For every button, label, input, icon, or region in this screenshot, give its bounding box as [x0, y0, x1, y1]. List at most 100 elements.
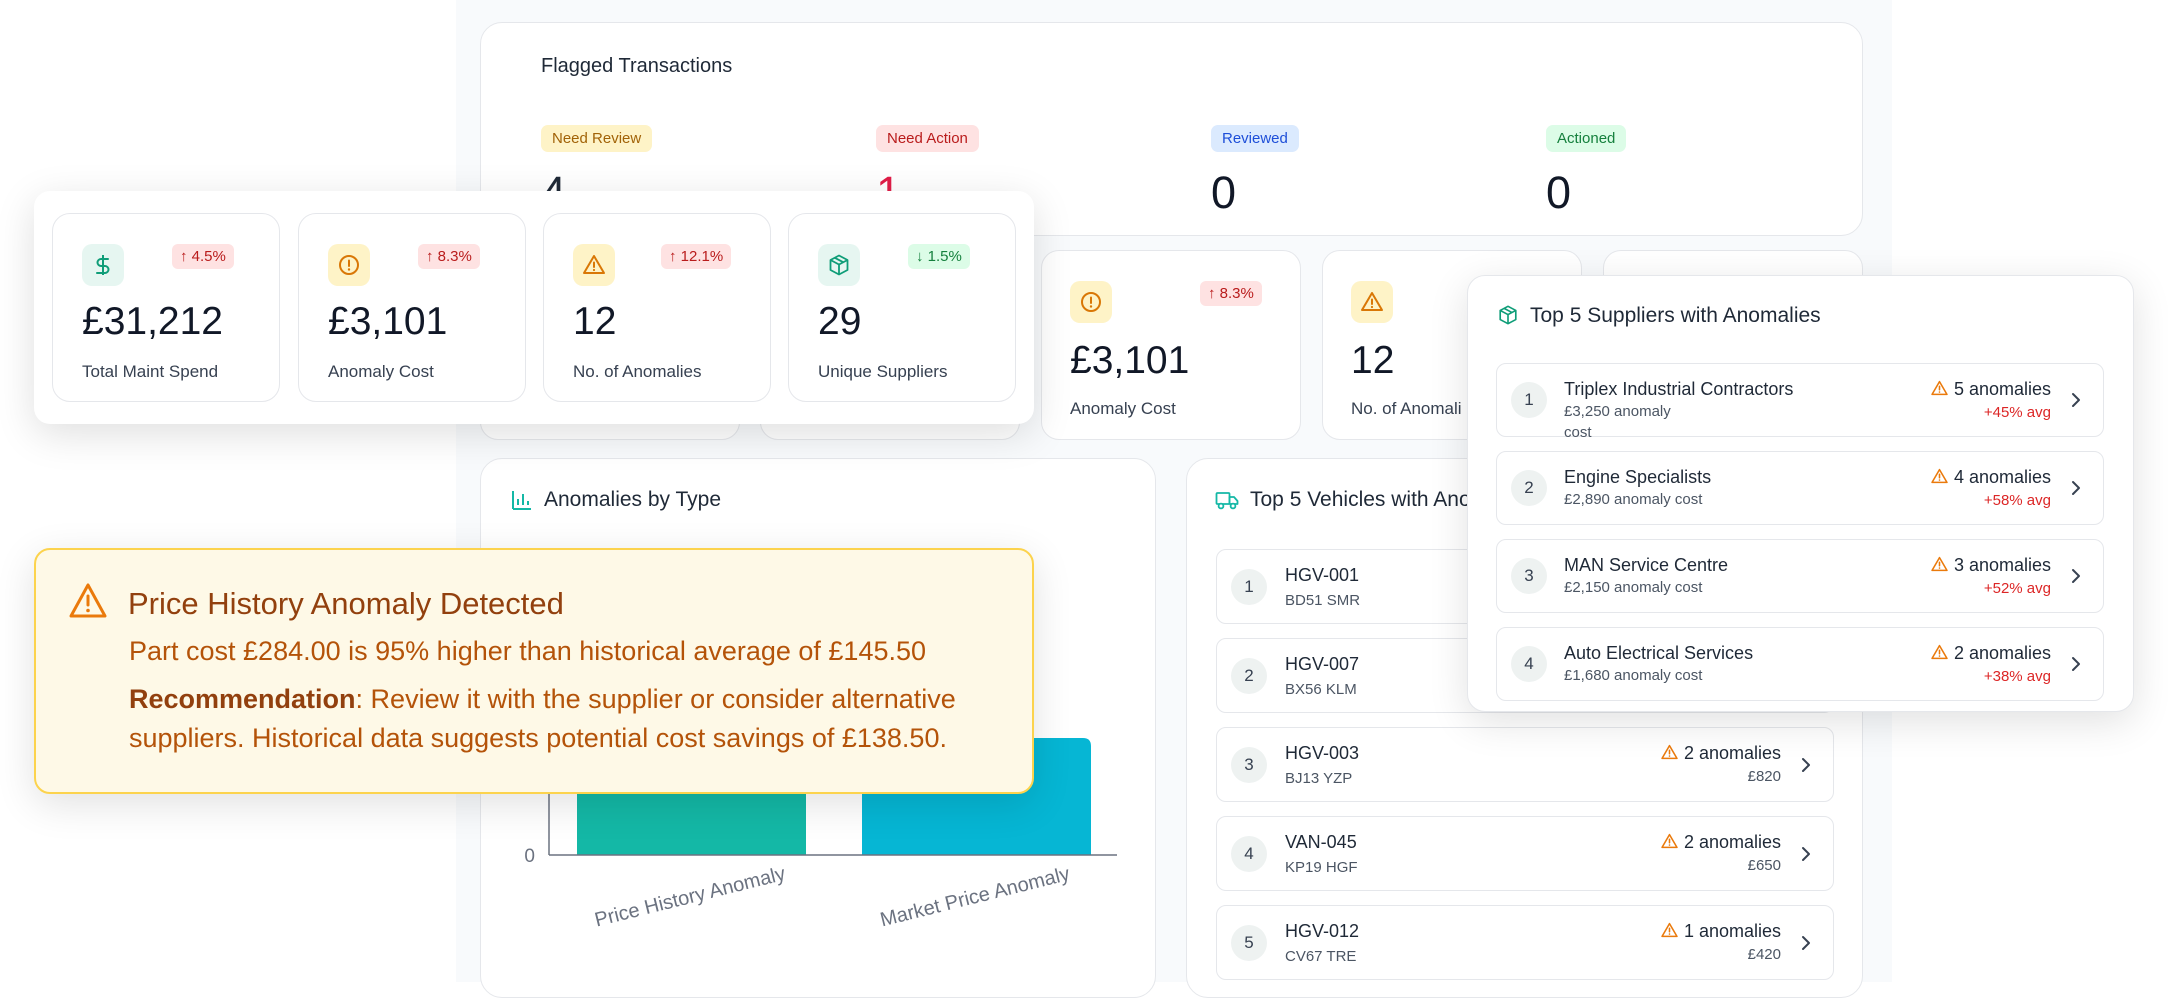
supplier-row[interactable]: 4 Auto Electrical Services £1,680 anomaly …	[1496, 627, 2104, 701]
rank-badge: 1	[1231, 569, 1267, 605]
vehicle-anomaly-count: 1 anomalies	[1661, 921, 1781, 943]
warning-triangle-icon	[1931, 644, 1948, 664]
alert-recommendation: Recommendation: Review it with the suppl…	[129, 680, 1009, 758]
supplier-anomaly-cost: £2,890 anomaly cost	[1564, 491, 1703, 508]
vehicle-registration: BJ13 YZP	[1285, 770, 1353, 787]
vehicle-registration: KP19 HGF	[1285, 859, 1358, 876]
supplier-row[interactable]: 1 Triplex Industrial Contractors £3,250 an…	[1496, 363, 2104, 441]
total-maint-spend-value: £31,212	[82, 300, 223, 343]
flagged-transactions-title: Flagged Transactions	[541, 55, 733, 77]
bg-anomaly-cost-card: ↑ 8.3% £3,101 Anomaly Cost	[1041, 250, 1301, 440]
rank-badge: 1	[1511, 382, 1547, 418]
vehicle-anomaly-cost: £650	[1747, 857, 1781, 874]
chevron-right-icon[interactable]	[1801, 935, 1815, 955]
supplier-avg-increase: +45% avg	[1983, 404, 2051, 421]
bg-anomaly-cost-change: ↑ 8.3%	[1200, 281, 1262, 306]
vehicle-registration: CV67 TRE	[1285, 948, 1357, 965]
supplier-anomaly-count: 2 anomalies	[1931, 643, 2051, 665]
anomalies-count-card[interactable]: ↑ 12.1% 12 No. of Anomalies	[543, 213, 771, 402]
overlay-stats-panel: ↑ 4.5% £31,212 Total Maint Spend ↑ 8.3% …	[34, 191, 1034, 424]
vehicle-row[interactable]: 5 HGV-012 CV67 TRE 1 anomalies £420	[1216, 905, 1834, 980]
supplier-name: Auto Electrical Services	[1564, 643, 1754, 663]
chevron-right-icon[interactable]	[2071, 392, 2085, 412]
supplier-anomaly-cost: £1,680 anomaly cost	[1564, 667, 1703, 684]
x-tick-label: Market Price Anomaly	[878, 863, 1072, 931]
rank-badge: 4	[1231, 836, 1267, 872]
vehicle-name: HGV-007	[1285, 654, 1360, 674]
total-maint-spend-change: ↑ 4.5%	[172, 244, 234, 269]
dollar-icon	[82, 244, 124, 286]
warning-triangle-icon	[1661, 833, 1678, 853]
warning-triangle-icon	[1931, 468, 1948, 488]
rank-badge: 3	[1511, 558, 1547, 594]
top-suppliers-title: Top 5 Suppliers with Anomalies	[1530, 304, 1821, 327]
rank-badge: 5	[1231, 925, 1267, 961]
warning-triangle-icon	[1661, 744, 1678, 764]
package-icon	[818, 244, 860, 286]
anomalies-count-value: 12	[573, 300, 617, 343]
x-tick-label: Price History Anomaly	[592, 863, 787, 932]
package-icon	[1499, 305, 1517, 325]
vehicle-registration: BD51 SMR	[1285, 592, 1361, 609]
supplier-name: Engine Specialists	[1564, 467, 1712, 487]
vehicle-anomaly-count: 2 anomalies	[1661, 832, 1781, 854]
unique-suppliers-change: ↓ 1.5%	[908, 244, 970, 269]
truck-icon	[1215, 492, 1239, 510]
rank-badge: 2	[1511, 470, 1547, 506]
rank-badge: 3	[1231, 747, 1267, 783]
recommendation-label: Recommendation	[129, 684, 356, 714]
chevron-right-icon[interactable]	[2071, 656, 2085, 676]
supplier-row[interactable]: 2 Engine Specialists £2,890 anomaly cost 4 …	[1496, 451, 2104, 525]
bg-anomaly-cost-label: Anomaly Cost	[1070, 399, 1176, 418]
anomaly-cost-card[interactable]: ↑ 8.3% £3,101 Anomaly Cost	[298, 213, 526, 402]
vehicle-name: HGV-001	[1285, 565, 1360, 585]
supplier-anomaly-cost: £2,150 anomaly cost	[1564, 579, 1703, 596]
reviewed-badge: Reviewed	[1211, 125, 1299, 152]
price-history-alert: Price History Anomaly Detected Part cost…	[34, 548, 1034, 794]
anomaly-cost-label: Anomaly Cost	[328, 362, 434, 381]
actioned-stat[interactable]: Actioned 0	[1546, 125, 1846, 235]
top-vehicles-title: Top 5 Vehicles with Anom	[1250, 488, 1489, 511]
alert-circle-icon	[1070, 281, 1112, 323]
unique-suppliers-card[interactable]: ↓ 1.5% 29 Unique Suppliers	[788, 213, 1016, 402]
warning-triangle-icon	[1351, 281, 1393, 323]
vehicle-name: HGV-003	[1285, 743, 1360, 763]
top-suppliers-panel: Top 5 Suppliers with Anomalies 1 Triplex …	[1467, 275, 2134, 712]
unique-suppliers-value: 29	[818, 300, 862, 343]
vehicle-name: VAN-045	[1285, 832, 1357, 852]
chevron-right-icon[interactable]	[1801, 757, 1815, 777]
warning-triangle-icon	[1931, 556, 1948, 576]
anomalies-count-label: No. of Anomalies	[573, 362, 702, 381]
vehicle-row[interactable]: 4 VAN-045 KP19 HGF 2 anomalies £650	[1216, 816, 1834, 891]
vehicle-anomaly-cost: £820	[1747, 768, 1781, 785]
vehicle-registration: BX56 KLM	[1285, 681, 1357, 698]
supplier-name: MAN Service Centre	[1564, 555, 1729, 575]
chevron-right-icon[interactable]	[1801, 846, 1815, 866]
supplier-anomaly-count: 4 anomalies	[1931, 467, 2051, 489]
supplier-name: Triplex Industrial Contractors	[1564, 379, 1794, 399]
anomaly-cost-value: £3,101	[328, 300, 448, 343]
vehicle-row[interactable]: 3 HGV-003 BJ13 YZP 2 anomalies £820	[1216, 727, 1834, 802]
need-action-badge: Need Action	[876, 125, 979, 152]
supplier-avg-increase: +52% avg	[1983, 580, 2051, 597]
rank-badge: 2	[1231, 658, 1267, 694]
total-maint-spend-card[interactable]: ↑ 4.5% £31,212 Total Maint Spend	[52, 213, 280, 402]
actioned-count: 0	[1546, 167, 1572, 218]
supplier-anomaly-count: 3 anomalies	[1931, 555, 2051, 577]
alert-message: Part cost £284.00 is 95% higher than his…	[129, 636, 927, 666]
chevron-right-icon[interactable]	[2071, 568, 2085, 588]
supplier-row[interactable]: 3 MAN Service Centre £2,150 anomaly cost 3 …	[1496, 539, 2104, 613]
supplier-anomaly-cost: £3,250 anomaly cost	[1564, 403, 1671, 441]
need-review-badge: Need Review	[541, 125, 653, 152]
reviewed-count: 0	[1211, 167, 1237, 218]
rank-badge: 4	[1511, 646, 1547, 682]
supplier-avg-increase: +58% avg	[1983, 492, 2051, 509]
vehicle-anomaly-cost: £420	[1747, 946, 1781, 963]
chevron-right-icon[interactable]	[2071, 480, 2085, 500]
anomaly-cost-change: ↑ 8.3%	[418, 244, 480, 269]
reviewed-stat[interactable]: Reviewed 0	[1211, 125, 1511, 235]
warning-triangle-icon	[1661, 922, 1678, 942]
vehicle-name: HGV-012	[1285, 921, 1360, 941]
actioned-badge: Actioned	[1546, 125, 1627, 152]
vehicle-anomaly-count: 2 anomalies	[1661, 743, 1781, 765]
